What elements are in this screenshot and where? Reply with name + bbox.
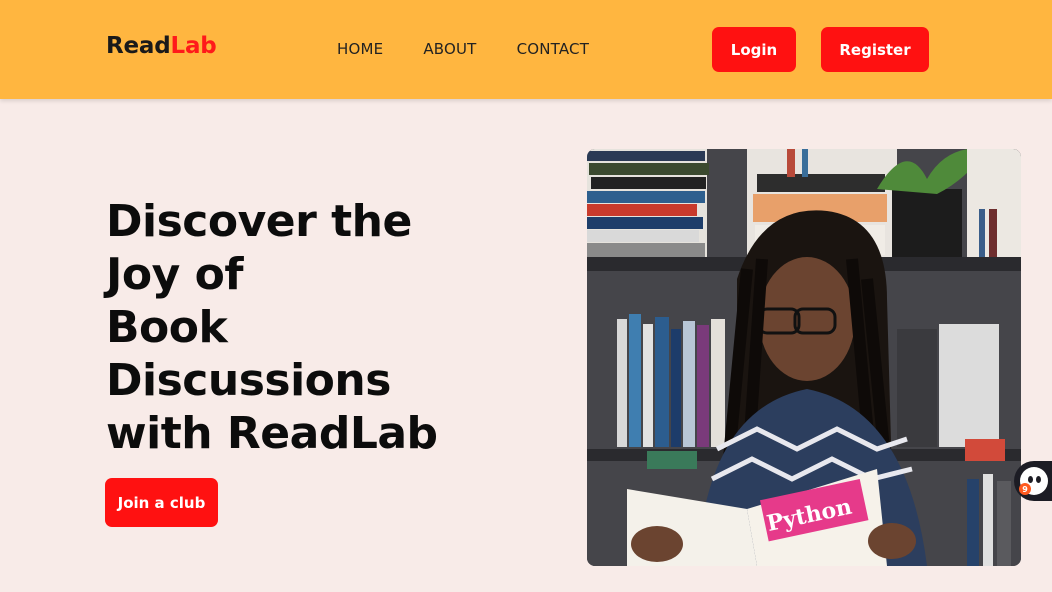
notification-badge: 9 [1019,483,1031,495]
nav-link-contact[interactable]: CONTACT [517,40,590,58]
reading-photo-illustration: Python [587,149,1021,566]
hero-title-line: Book [106,302,228,353]
chat-assistant-widget[interactable]: 9 [1014,461,1052,501]
nav-links: HOME ABOUT CONTACT [337,40,629,58]
brand-logo-part2: Lab [170,33,217,59]
hero-title: Discover the Joy of Book Discussions wit… [106,195,506,460]
brand-logo[interactable]: ReadLab [106,33,217,59]
hero-title-line: with ReadLab [106,408,438,459]
nav-link-about[interactable]: ABOUT [423,40,476,58]
navbar: ReadLab HOME ABOUT CONTACT Login Registe… [0,0,1052,99]
brand-logo-part1: Read [106,33,171,59]
register-button[interactable]: Register [821,27,929,72]
nav-link-home[interactable]: HOME [337,40,383,58]
hero-title-line: Discussions [106,355,391,406]
hero-image: Python [587,149,1021,566]
hero-title-line: Discover the [106,196,412,247]
login-button[interactable]: Login [712,27,796,72]
join-club-button[interactable]: Join a club [105,478,218,527]
hero-title-line: Joy of [106,249,243,300]
